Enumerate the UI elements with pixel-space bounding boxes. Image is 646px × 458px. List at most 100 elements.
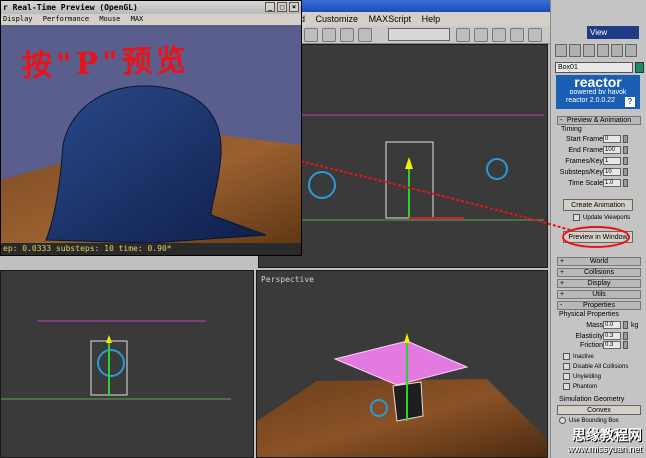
menu-item-customize[interactable]: Customize: [316, 14, 359, 24]
site-watermark-url: www.missyuan.net: [567, 444, 642, 454]
close-button[interactable]: ×: [289, 2, 299, 12]
tab-display-icon[interactable]: [611, 44, 623, 57]
selection-set-dropdown[interactable]: [388, 28, 450, 41]
bounding-box-radio[interactable]: [559, 417, 566, 424]
rollout-title: Properties: [583, 302, 615, 309]
rollout-title: Collisions: [584, 269, 614, 276]
phantom-checkbox[interactable]: [563, 383, 570, 390]
end-frame-spinner[interactable]: [623, 146, 628, 154]
disable-collisions-checkbox[interactable]: [563, 363, 570, 370]
mass-input[interactable]: 0.0: [603, 321, 621, 329]
preview-menu-bar: Display Performance Mouse MAX: [1, 14, 301, 25]
frames-per-key-input[interactable]: 1: [603, 157, 621, 165]
rollout-display[interactable]: + Display: [557, 279, 641, 288]
viewport-left-scene: [1, 320, 231, 400]
inactive-label: Inactive: [573, 354, 594, 361]
preview-in-window-button[interactable]: Preview in Window: [563, 231, 633, 243]
time-scale-input[interactable]: 1.0: [603, 179, 621, 187]
elasticity-label: Elasticity: [575, 333, 603, 340]
command-panel-tabs: [553, 44, 645, 58]
rollout-world[interactable]: + World: [557, 257, 641, 266]
link-icon[interactable]: [304, 28, 318, 42]
friction-input[interactable]: 0.3: [603, 341, 621, 349]
menu-item-maxscript[interactable]: MAXScript: [369, 14, 412, 24]
rollout-utils[interactable]: + Utils: [557, 290, 641, 299]
preview-status-bar: ep: 0.0333 substeps: 10 time: 0.90*: [1, 243, 301, 255]
viewport-left[interactable]: [0, 270, 254, 458]
select-icon[interactable]: [358, 28, 372, 42]
update-viewports-label: Update Viewports: [583, 215, 631, 222]
mass-label: Mass: [586, 322, 603, 329]
create-animation-button[interactable]: Create Animation: [563, 199, 633, 211]
inactive-checkbox[interactable]: [563, 353, 570, 360]
menu-item-max[interactable]: MAX: [131, 15, 144, 23]
schematic-icon[interactable]: [528, 28, 542, 42]
minimize-button[interactable]: _: [265, 2, 275, 12]
align-icon[interactable]: [474, 28, 488, 42]
rollout-collisions[interactable]: + Collisions: [557, 268, 641, 277]
menu-item-performance[interactable]: Performance: [43, 15, 89, 23]
tab-hierarchy-icon[interactable]: [583, 44, 595, 57]
unyielding-row[interactable]: Unyielding: [563, 373, 601, 381]
rollout-properties[interactable]: - Properties: [557, 301, 641, 310]
time-scale-row: Time Scale 1.0: [559, 179, 639, 188]
rollout-title: Display: [587, 280, 611, 287]
annotation-text: 按"P"预览: [21, 43, 191, 84]
object-name-field[interactable]: Box01: [555, 62, 633, 73]
reactor-logo-word: reactor: [574, 74, 622, 90]
reactor-help-button[interactable]: ?: [625, 97, 635, 107]
max-menu-bar: d Customize MAXScript Help: [300, 12, 550, 26]
tab-modify-icon[interactable]: [569, 44, 581, 57]
start-frame-spinner[interactable]: [623, 135, 628, 143]
site-watermark-name: 思缘教程网: [572, 427, 642, 443]
frames-per-key-spinner[interactable]: [623, 157, 628, 165]
convex-button[interactable]: Convex: [557, 405, 641, 415]
phantom-row[interactable]: Phantom: [563, 383, 597, 391]
viewport-front-scene: [299, 114, 544, 221]
frames-per-key-row: Frames/Key 1: [559, 157, 639, 166]
start-frame-input[interactable]: 0: [603, 135, 621, 143]
viewport-perspective[interactable]: Perspective: [256, 270, 548, 458]
menu-item-help[interactable]: Help: [422, 14, 441, 24]
rollout-preview-animation[interactable]: - Preview & Animation: [557, 116, 641, 125]
reactor-helper-icon-2: [486, 158, 508, 180]
start-frame-row: Start Frame 0: [559, 135, 639, 144]
frames-per-key-label: Frames/Key: [565, 158, 603, 165]
curve-editor-icon[interactable]: [510, 28, 524, 42]
reference-coordinate-dropdown[interactable]: View: [587, 26, 639, 39]
substeps-per-key-spinner[interactable]: [623, 168, 628, 176]
inactive-row[interactable]: Inactive: [563, 353, 594, 361]
end-frame-input[interactable]: 100: [603, 146, 621, 154]
friction-spinner[interactable]: [623, 341, 628, 349]
preview-title-bar[interactable]: r Real-Time Preview (OpenGL) _ □ ×: [1, 1, 301, 14]
bounding-box-row[interactable]: Use Bounding Box: [559, 417, 619, 425]
disable-collisions-row[interactable]: Disable All Collisions: [563, 363, 628, 371]
tab-create-icon[interactable]: [555, 44, 567, 57]
update-viewports-checkbox[interactable]: [573, 214, 580, 221]
end-frame-label: End Frame: [568, 147, 603, 154]
menu-item-mouse[interactable]: Mouse: [99, 15, 120, 23]
bind-space-warp-icon[interactable]: [340, 28, 354, 42]
unyielding-checkbox[interactable]: [563, 373, 570, 380]
mass-spinner[interactable]: [623, 321, 628, 329]
simulation-geometry-label: Simulation Geometry: [559, 396, 625, 403]
update-viewports-row[interactable]: Update Viewports: [573, 214, 630, 222]
menu-item-display[interactable]: Display: [3, 15, 33, 23]
layer-icon[interactable]: [492, 28, 506, 42]
maximize-button[interactable]: □: [277, 2, 287, 12]
preview-title: r Real-Time Preview (OpenGL): [3, 3, 138, 12]
substeps-per-key-row: Substeps/Key 10: [559, 168, 639, 177]
elasticity-spinner[interactable]: [623, 332, 628, 340]
elasticity-input[interactable]: 0.3: [603, 332, 621, 340]
substeps-per-key-input[interactable]: 10: [603, 168, 621, 176]
viewport-label[interactable]: Perspective: [261, 275, 314, 284]
mass-unit: kg: [631, 322, 639, 329]
tab-utilities-icon[interactable]: [625, 44, 637, 57]
time-scale-spinner[interactable]: [623, 179, 628, 187]
friction-row: Friction 0.3: [559, 341, 639, 350]
physical-properties-label: Physical Properties: [559, 311, 619, 318]
mirror-icon[interactable]: [456, 28, 470, 42]
tab-motion-icon[interactable]: [597, 44, 609, 57]
unlink-icon[interactable]: [322, 28, 336, 42]
object-color-swatch[interactable]: [635, 62, 644, 73]
